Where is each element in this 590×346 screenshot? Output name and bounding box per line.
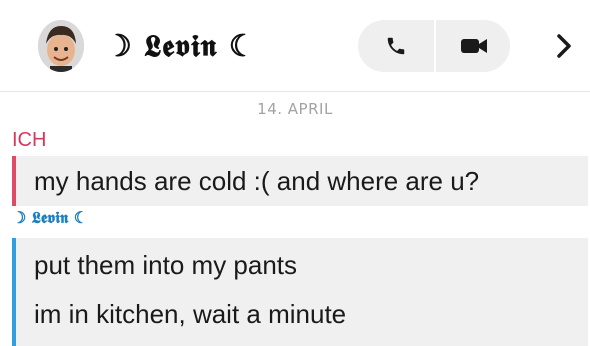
- sender-label-me: ICH: [12, 129, 47, 151]
- video-camera-icon: [461, 39, 487, 53]
- header-divider: [0, 91, 590, 92]
- message-group-contact[interactable]: put them into my pants im in kitchen, wa…: [12, 238, 588, 346]
- message-text[interactable]: put them into my pants: [34, 250, 297, 281]
- contact-name[interactable]: ☽ 𝕷𝖊𝖛𝖎𝖓 ☾: [105, 24, 257, 70]
- date-separator: 14. APRIL: [257, 100, 333, 118]
- message-text[interactable]: im in kitchen, wait a minute: [34, 299, 346, 330]
- bitmoji-avatar-icon: [38, 20, 84, 72]
- sender-label-contact: ☽ 𝕷𝖊𝖛𝖎𝖓 ☾: [12, 208, 89, 227]
- phone-icon: [387, 37, 405, 55]
- chevron-right-icon: [557, 34, 571, 58]
- call-buttons: [358, 20, 510, 72]
- message-group-me[interactable]: my hands are cold :( and where are u?: [12, 156, 588, 206]
- message-text[interactable]: my hands are cold :( and where are u?: [34, 166, 479, 197]
- next-button[interactable]: [544, 26, 584, 66]
- chat-header: ☽ 𝕷𝖊𝖛𝖎𝖓 ☾: [0, 0, 590, 90]
- video-call-button[interactable]: [436, 20, 512, 72]
- voice-call-button[interactable]: [358, 20, 434, 72]
- avatar[interactable]: [38, 20, 84, 72]
